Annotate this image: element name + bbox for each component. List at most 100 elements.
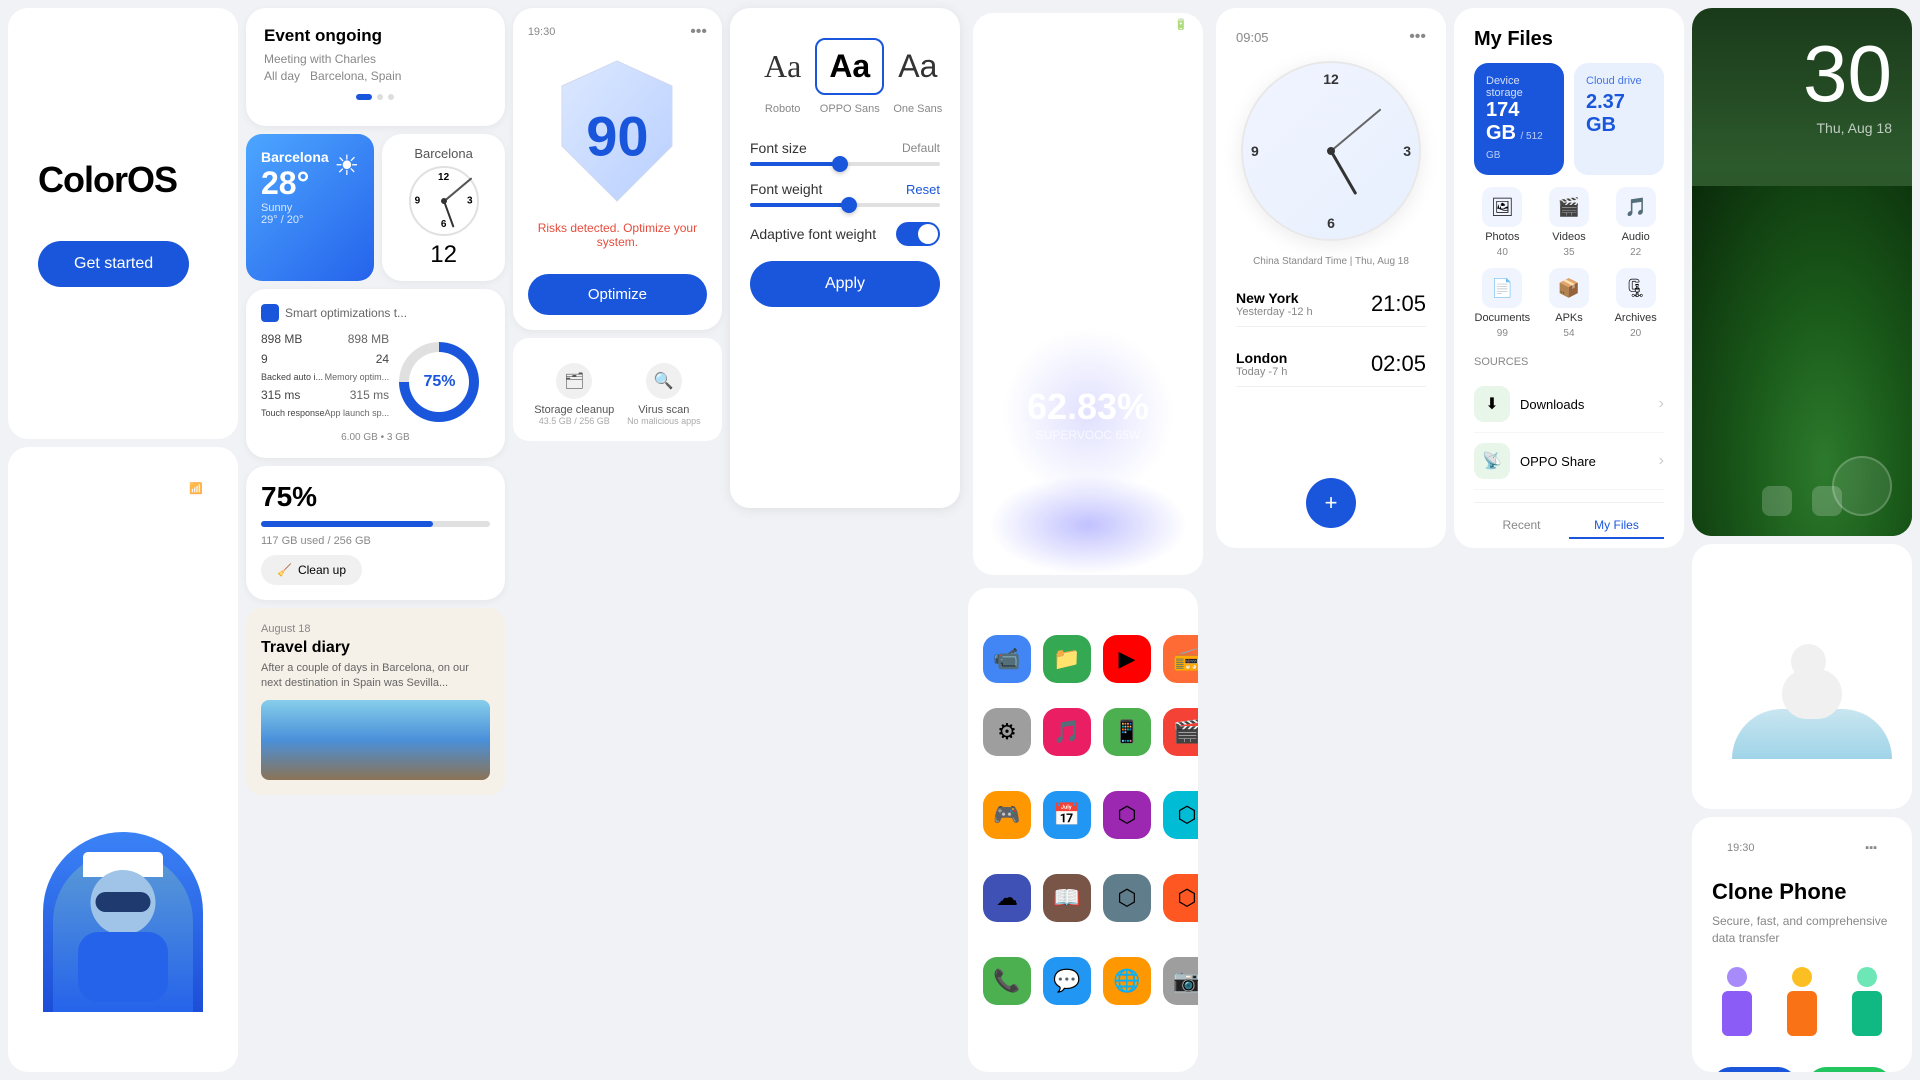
videos-count: 35	[1563, 247, 1574, 258]
audio-category[interactable]: 🎵 Audio 22	[1607, 187, 1664, 258]
charge-time-top: 19:30	[988, 18, 1016, 31]
add-city-button[interactable]: +	[1306, 478, 1356, 528]
travel-date: August 18	[261, 623, 490, 635]
app-item-calendar[interactable]: 📅 Calendar	[1043, 791, 1091, 862]
smart-r1v: 898 MB	[348, 332, 389, 346]
font-weight-section: Font weight Reset	[750, 181, 940, 207]
app-item-duo[interactable]: 📹 Duo	[983, 635, 1031, 696]
app-item-misc3[interactable]: ⬡	[1103, 874, 1151, 945]
clone-time: 19:30	[1727, 842, 1755, 854]
camera-label: Camera	[1171, 1008, 1198, 1018]
optimize-button[interactable]: Optimize	[528, 274, 707, 315]
font-size-slider[interactable]	[750, 162, 940, 166]
charge-watt: SUPERVOOC 65W	[1036, 428, 1140, 442]
apks-category[interactable]: 📦 APKs 54	[1541, 268, 1598, 339]
charge-date: Thu, Aug 18	[1003, 264, 1173, 280]
app-item-files[interactable]: 📁 Files	[1043, 635, 1091, 696]
file-categories: 🖼 Photos 40 🎬 Videos 35 🎵 Audio 22 📄 Doc…	[1474, 187, 1664, 339]
messages-label: Messages	[1046, 1008, 1087, 1018]
smart-ring: 75%	[399, 342, 479, 422]
photos-category[interactable]: 🖼 Photos 40	[1474, 187, 1531, 258]
app-item-camera[interactable]: 📷 Camera	[1163, 957, 1198, 1018]
app-item-misc1[interactable]: ⬡	[1103, 791, 1151, 862]
clone-btn-old[interactable]: Old phone	[1712, 1067, 1797, 1072]
downloads-icon: ⬇	[1474, 386, 1510, 422]
oppo-share-chevron: ›	[1659, 452, 1664, 470]
storage-used: 117 GB used / 256 GB	[261, 535, 490, 547]
youtube-icon: ▶	[1103, 635, 1151, 683]
app-item-phone[interactable]: 📞 Phone	[983, 957, 1031, 1018]
security-dots[interactable]: •••	[690, 23, 707, 41]
smart-r2l2: 24	[376, 352, 389, 366]
app-item-messages[interactable]: 💬 Messages	[1043, 957, 1091, 1018]
video-icon: 🎬	[1163, 708, 1198, 756]
misc1-icon: ⬡	[1103, 791, 1151, 839]
app-item-youtube[interactable]: ▶ YouTube	[1103, 635, 1151, 696]
calendar-label: Calendar	[1049, 842, 1086, 852]
documents-count: 99	[1497, 328, 1508, 339]
device-size-num: 174 GB	[1486, 99, 1519, 144]
wc-china-time: China Standard Time | Thu, Aug 18	[1236, 256, 1426, 267]
device-storage-size: 174 GB / 512 GB	[1486, 99, 1552, 163]
event-meeting: Meeting with Charles	[264, 52, 487, 66]
app-item-reader[interactable]: 📖 Reader	[1043, 874, 1091, 945]
clone-btn-new[interactable]: New phone	[1807, 1067, 1892, 1072]
archives-count: 20	[1630, 328, 1641, 339]
reader-label: Reader	[1052, 925, 1082, 935]
videos-category[interactable]: 🎬 Videos 35	[1541, 187, 1598, 258]
get-started-button[interactable]: Get started	[38, 241, 189, 287]
weather-range: 29° / 20°	[261, 214, 329, 226]
wallpaper-panel: 30 Thu, Aug 18	[1692, 8, 1912, 536]
lock-signal: ▪▪▪	[1810, 579, 1822, 591]
videos-name: Videos	[1552, 231, 1585, 243]
reader-icon: 📖	[1043, 874, 1091, 922]
virus-scan-val: No malicious apps	[627, 416, 701, 426]
app-item-music[interactable]: 🎵 Music	[1043, 708, 1091, 779]
wc-city2-sub: Today -7 h	[1236, 366, 1287, 378]
misc3-icon: ⬡	[1103, 874, 1151, 922]
charge-battery-icon: 🔋	[1174, 18, 1188, 31]
app-item-heytap[interactable]: ☁ HeyTap Cloud	[983, 874, 1031, 945]
font-option-oppo[interactable]: Aa OPPO Sans	[815, 38, 884, 115]
cleanup-button[interactable]: 🧹 Clean up	[261, 555, 362, 585]
oppo-share-source[interactable]: 📡 OPPO Share ›	[1474, 433, 1664, 490]
app-item-gamecenter[interactable]: 🎮 Game Center	[983, 791, 1031, 862]
downloads-source[interactable]: ⬇ Downloads ›	[1474, 376, 1664, 433]
oppo-share-icon: 📡	[1474, 443, 1510, 479]
camera-icon: 📷	[1163, 957, 1198, 1005]
downloads-label: Downloads	[1520, 397, 1584, 412]
font-weight-slider[interactable]	[750, 203, 940, 207]
wc-more-icon[interactable]: •••	[1409, 28, 1426, 46]
adaptive-toggle[interactable]	[896, 222, 940, 246]
apply-button[interactable]: Apply	[750, 261, 940, 307]
app-item-video[interactable]: 🎬 Video	[1163, 708, 1198, 779]
tab-myfiles[interactable]: My Files	[1569, 513, 1664, 539]
apps-grid-panel: 09:05 ▪▪▪ 📹 Duo 📁 Files ▶ YouTube 📻	[968, 588, 1198, 1072]
tab-recent[interactable]: Recent	[1474, 513, 1569, 539]
app-item-radio[interactable]: 📻 Radio	[1163, 635, 1198, 696]
wc-city2-name: London	[1236, 350, 1287, 366]
travel-card: August 18 Travel diary After a couple of…	[246, 608, 505, 795]
clock-time: 12	[430, 241, 457, 269]
event-allday: All day Barcelona, Spain	[264, 69, 487, 83]
font-option-onesans[interactable]: Aa One Sans	[884, 38, 951, 115]
smart-title-text: Smart optimizations t...	[285, 306, 407, 320]
clone-btn-row: Old phone New phone	[1712, 1067, 1892, 1072]
app-item-misc2[interactable]: ⬡	[1163, 791, 1198, 862]
font-option-roboto[interactable]: Aa Roboto	[750, 38, 815, 115]
wc-num-6: 6	[1327, 215, 1335, 231]
clonephone-label: Clone Phone	[1103, 759, 1151, 779]
downloads-chevron: ›	[1659, 395, 1664, 413]
documents-category[interactable]: 📄 Documents 99	[1474, 268, 1531, 339]
font-weight-reset[interactable]: Reset	[906, 182, 940, 197]
app-item-clonephone[interactable]: 📱 Clone Phone	[1103, 708, 1151, 779]
lockscreen-panel: 19:30 ▪▪▪ 19:30 Thu, Aug 18	[1692, 544, 1912, 809]
audio-icon: 🎵	[1616, 187, 1656, 227]
app-item-settings[interactable]: ⚙ Settings	[983, 708, 1031, 779]
app-item-misc4[interactable]: ⬡	[1163, 874, 1198, 945]
archives-category[interactable]: 🗜 Archives 20	[1607, 268, 1664, 339]
my-files-panel: My Files Device storage 174 GB / 512 GB …	[1454, 8, 1684, 548]
storage-cleanup-icon: 🗂	[556, 363, 592, 399]
weather-condition: Sunny	[261, 202, 329, 214]
app-item-chrome[interactable]: 🌐 Chrome	[1103, 957, 1151, 1018]
